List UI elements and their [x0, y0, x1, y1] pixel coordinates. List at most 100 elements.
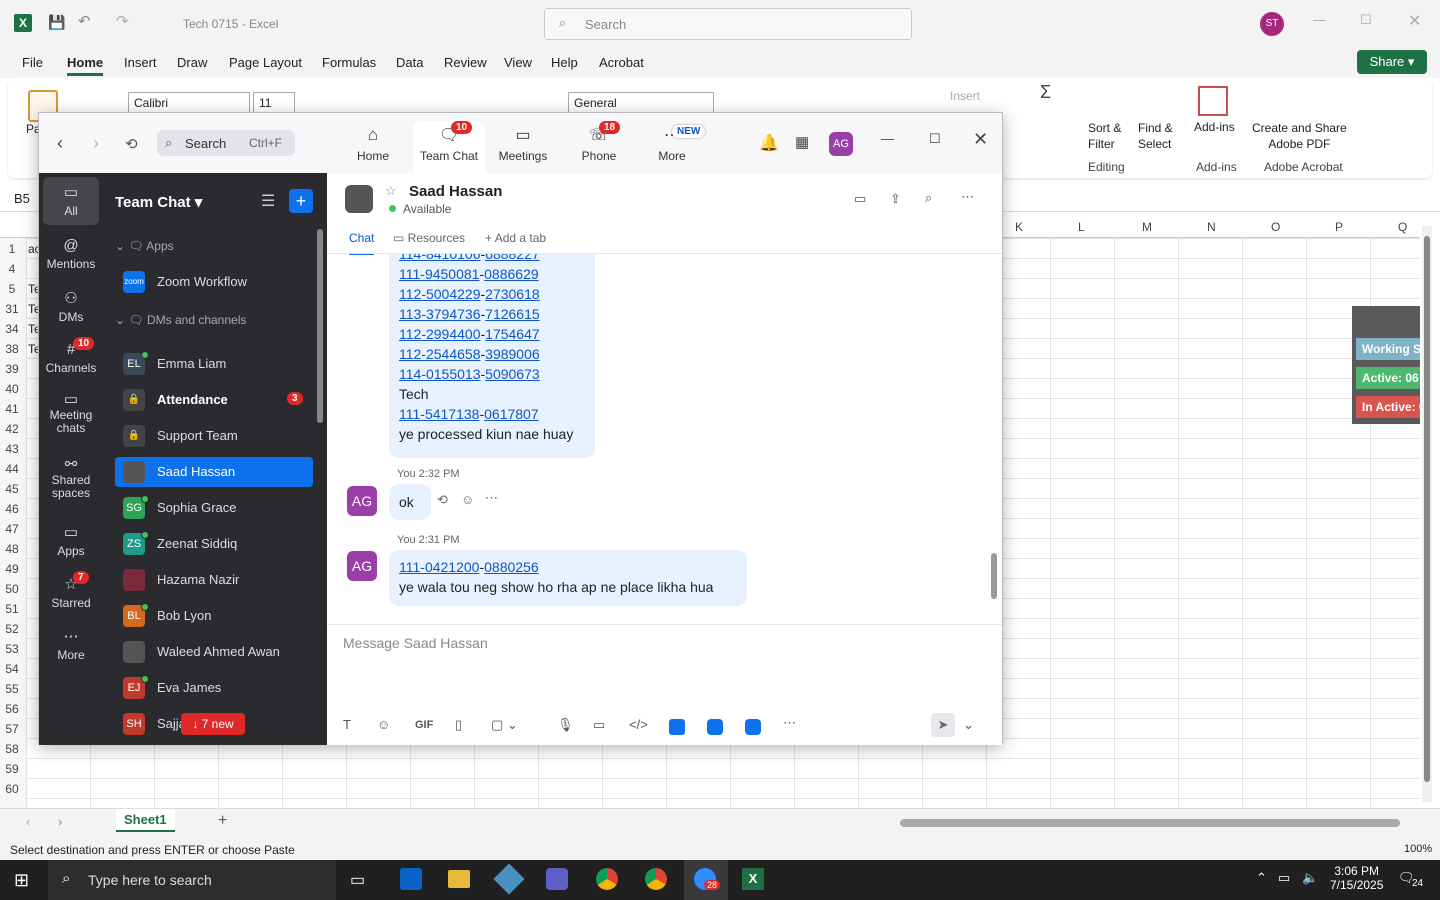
- list-item-contact[interactable]: Saad Hassan: [115, 457, 313, 487]
- phone-link[interactable]: 5090673: [485, 366, 540, 382]
- format-text-icon[interactable]: T: [343, 717, 351, 732]
- reply-icon[interactable]: ⟲: [437, 492, 448, 508]
- compose-input[interactable]: Message Saad Hassan: [343, 635, 488, 651]
- nav-home[interactable]: ⌂ Home: [341, 125, 405, 163]
- row-header[interactable]: 51: [0, 602, 24, 616]
- row-header[interactable]: 41: [0, 402, 24, 416]
- row-header[interactable]: 57: [0, 722, 24, 736]
- calendar-icon[interactable]: ▦: [795, 133, 809, 151]
- row-header[interactable]: 56: [0, 702, 24, 716]
- phone-link[interactable]: 0886629: [484, 266, 539, 282]
- tab-resources[interactable]: ▭ Resources: [393, 231, 465, 245]
- new-messages-pill[interactable]: ↓ 7 new: [181, 713, 245, 735]
- emoji-icon[interactable]: ☺: [377, 717, 390, 732]
- teams-icon[interactable]: [546, 868, 568, 890]
- zoom-taskbar-button[interactable]: 28: [684, 860, 728, 900]
- undo-icon[interactable]: ↶: [78, 12, 91, 30]
- minimize-icon[interactable]: —: [1313, 12, 1326, 27]
- tab-add[interactable]: + Add a tab: [485, 231, 546, 245]
- chrome-icon[interactable]: [596, 868, 618, 890]
- menu-file[interactable]: File: [22, 55, 43, 70]
- back-icon[interactable]: ‹: [57, 133, 63, 154]
- menu-home[interactable]: Home: [67, 55, 104, 76]
- col-header-n[interactable]: N: [1207, 220, 1216, 234]
- chat-contact-name[interactable]: Saad Hassan: [409, 183, 502, 200]
- insert-cells-button[interactable]: Insert: [950, 89, 980, 103]
- row-header[interactable]: 54: [0, 662, 24, 676]
- emoji-react-icon[interactable]: ☺: [461, 492, 474, 507]
- message-bubble[interactable]: ok: [389, 484, 431, 520]
- more-tools-icon[interactable]: ⋯: [783, 715, 796, 731]
- app-icon[interactable]: [493, 863, 525, 895]
- tab-chat[interactable]: Chat: [349, 231, 375, 255]
- search-icon[interactable]: ⌕: [925, 190, 932, 206]
- app-shortcut-icon[interactable]: [669, 719, 685, 735]
- menu-draw[interactable]: Draw: [177, 55, 207, 70]
- sender-avatar[interactable]: AG: [347, 551, 377, 581]
- list-item-contact[interactable]: Waleed Ahmed Awan: [115, 637, 313, 667]
- row-header[interactable]: 44: [0, 462, 24, 476]
- phone-link[interactable]: 7126615: [485, 306, 540, 322]
- horizontal-scrollbar[interactable]: [900, 819, 1400, 827]
- more-actions-icon[interactable]: ⋯: [485, 490, 498, 506]
- row-header[interactable]: 59: [0, 762, 24, 776]
- row-header[interactable]: 42: [0, 422, 24, 436]
- row-header[interactable]: 49: [0, 562, 24, 576]
- font-size-select[interactable]: 11: [253, 92, 295, 114]
- tray-chevron-icon[interactable]: ⌃: [1256, 870, 1267, 886]
- rail-meeting-chats[interactable]: ▭ Meeting chats: [39, 392, 103, 435]
- more-options-icon[interactable]: ⋯: [961, 189, 974, 205]
- chat-scrollbar[interactable]: [991, 553, 997, 599]
- nav-team-chat[interactable]: 🗨 Team Chat 10: [417, 121, 481, 163]
- rail-mentions[interactable]: @ Mentions: [39, 237, 103, 271]
- network-icon[interactable]: ▭: [1278, 870, 1290, 886]
- row-header[interactable]: 34: [0, 322, 24, 336]
- minimize-icon[interactable]: —: [881, 131, 894, 146]
- find-select-button[interactable]: Find & Select: [1138, 120, 1173, 152]
- row-header[interactable]: 48: [0, 542, 24, 556]
- phone-link[interactable]: 112-5004229: [399, 286, 480, 302]
- vertical-scrollbar[interactable]: [1422, 226, 1432, 802]
- app-shortcut-icon[interactable]: [745, 719, 761, 735]
- video-message-icon[interactable]: ▭: [593, 717, 605, 733]
- row-header[interactable]: 40: [0, 382, 24, 396]
- nav-more[interactable]: ⋯ More NEW: [640, 125, 706, 163]
- rail-more[interactable]: ⋯ More: [39, 627, 103, 662]
- taskbar-search[interactable]: ⌕ Type here to search: [48, 860, 336, 900]
- user-avatar[interactable]: ST: [1260, 12, 1284, 36]
- phone-link[interactable]: 113-3794736: [399, 306, 480, 322]
- phone-link[interactable]: 111-9450081: [399, 266, 479, 282]
- chrome-icon[interactable]: [645, 868, 667, 890]
- volume-icon[interactable]: 🔈: [1302, 870, 1318, 886]
- col-header-o[interactable]: O: [1271, 220, 1280, 234]
- row-header[interactable]: 31: [0, 302, 24, 316]
- add-sheet-icon[interactable]: +: [218, 812, 227, 830]
- windows-start-icon[interactable]: ⊞: [14, 870, 29, 891]
- menu-data[interactable]: Data: [396, 55, 423, 70]
- list-item-contact[interactable]: SG Sophia Grace: [115, 493, 313, 523]
- phone-link[interactable]: 112-2994400: [399, 326, 480, 342]
- gif-icon[interactable]: GIF: [415, 719, 433, 731]
- nav-phone[interactable]: ☏ Phone 18: [567, 121, 631, 163]
- phone-link[interactable]: 0617807: [484, 406, 539, 422]
- name-box[interactable]: B5: [14, 191, 30, 206]
- excel-taskbar-icon[interactable]: X: [742, 868, 764, 890]
- addins-icon[interactable]: [1198, 86, 1228, 116]
- app-shortcut-icon[interactable]: [707, 719, 723, 735]
- row-header[interactable]: 5: [0, 282, 24, 296]
- bell-icon[interactable]: 🔔: [759, 133, 779, 153]
- scrollbar-thumb[interactable]: [1424, 236, 1430, 782]
- screenshot-icon[interactable]: ▢ ⌄: [491, 717, 518, 733]
- sheet-tab[interactable]: Sheet1: [116, 809, 175, 832]
- excel-search-box[interactable]: ⌕ Search: [544, 8, 912, 40]
- row-header[interactable]: 58: [0, 742, 24, 756]
- list-item-contact[interactable]: 🔒 Attendance 3: [115, 385, 313, 415]
- phone-link[interactable]: 111-5417138: [399, 406, 479, 422]
- new-chat-button[interactable]: +: [289, 189, 313, 213]
- menu-review[interactable]: Review: [444, 55, 487, 70]
- phone-link[interactable]: 114-8410106: [399, 254, 480, 262]
- menu-help[interactable]: Help: [551, 55, 578, 70]
- dms-section-header[interactable]: ⌄ 🗨 DMs and channels: [115, 313, 246, 327]
- send-options-icon[interactable]: ⌄: [963, 717, 974, 733]
- message-bubble[interactable]: 111-0421200-0880256 ye wala tou neg show…: [389, 550, 747, 606]
